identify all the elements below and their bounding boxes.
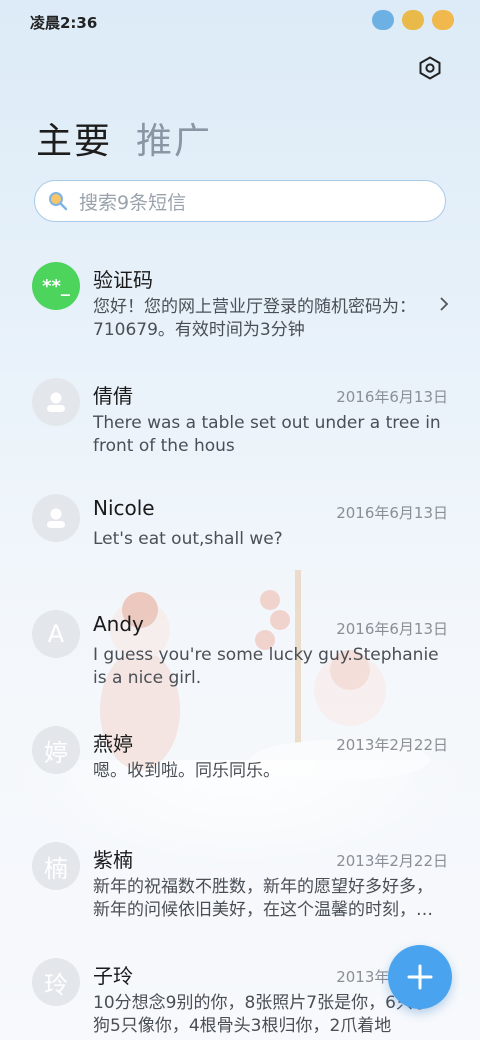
avatar: 婷 <box>32 726 80 774</box>
contact-name: 子玲 <box>93 964 133 988</box>
tab-promotions[interactable]: 推广 <box>136 112 212 164</box>
search-placeholder: 搜索9条短信 <box>79 191 187 214</box>
message-item[interactable]: 楠 紫楠 2013年2月22日 新年的祝福数不胜数，新年的愿望好多好多，新年的问… <box>0 830 480 946</box>
message-preview: There was a table set out under a tree i… <box>93 413 441 456</box>
compose-button[interactable] <box>388 945 452 1009</box>
message-preview: I guess you're some lucky guy.Stephanie … <box>93 645 439 688</box>
contact-name: 紫楠 <box>93 848 133 872</box>
fish-icon <box>372 10 394 30</box>
status-bar: 凌晨2:36 <box>0 0 480 42</box>
message-item[interactable]: 婷 燕婷 2013年2月22日 嗯。收到啦。同乐同乐。 <box>0 714 480 830</box>
wifi-acorn-icon <box>402 10 424 30</box>
battery-fish-icon <box>432 10 454 30</box>
status-time: 凌晨2:36 <box>30 14 98 32</box>
contact-name: Andy <box>93 612 144 636</box>
message-list: **_ 验证码 您好！您的网上营业厅登录的随机密码为：710679。有效时间为3… <box>0 250 480 1040</box>
tab-bar: 主要 推广 <box>36 112 212 164</box>
message-date: 2013年2月22日 <box>336 852 448 870</box>
avatar: **_ <box>32 262 80 310</box>
message-item[interactable]: Nicole 2016年6月13日 Let's eat out,shall we… <box>0 482 480 598</box>
avatar <box>32 494 80 542</box>
person-icon <box>47 392 65 412</box>
message-date: 2016年6月13日 <box>336 504 448 522</box>
contact-name: Nicole <box>93 496 155 520</box>
plus-icon <box>407 964 433 990</box>
contact-name: 倩倩 <box>93 384 133 408</box>
message-item[interactable]: **_ 验证码 您好！您的网上营业厅登录的随机密码为：710679。有效时间为3… <box>0 250 480 366</box>
chevron-right-icon[interactable] <box>438 296 450 312</box>
status-icons <box>372 10 454 30</box>
person-icon <box>47 508 65 528</box>
message-preview: 嗯。收到啦。同乐同乐。 <box>93 761 280 781</box>
message-item[interactable]: 倩倩 2016年6月13日 There was a table set out … <box>0 366 480 482</box>
settings-icon[interactable] <box>418 56 442 80</box>
search-bar[interactable]: 搜索9条短信 <box>34 180 446 222</box>
message-date: 2016年6月13日 <box>336 388 448 406</box>
search-icon <box>49 192 68 211</box>
message-preview: 新年的祝福数不胜数，新年的愿望好多好多，新年的问候依旧美好，在这个温馨的时刻，… <box>93 877 433 920</box>
contact-name: 验证码 <box>93 268 153 292</box>
message-date: 2013年2月22日 <box>336 736 448 754</box>
tab-main[interactable]: 主要 <box>36 112 112 164</box>
message-preview: Let's eat out,shall we? <box>93 529 283 549</box>
message-preview: 10分想念9别的你，8张照片7张是你，6只小狗5只像你，4根骨头3根归你，2爪着… <box>93 993 430 1036</box>
avatar: 楠 <box>32 842 80 890</box>
avatar: 玲 <box>32 958 80 1006</box>
message-item[interactable]: A Andy 2016年6月13日 I guess you're some lu… <box>0 598 480 714</box>
avatar <box>32 378 80 426</box>
contact-name: 燕婷 <box>93 732 133 756</box>
message-preview: 您好！您的网上营业厅登录的随机密码为：710679。有效时间为3分钟 <box>93 297 416 340</box>
message-date: 2016年6月13日 <box>336 620 448 638</box>
avatar: A <box>32 610 80 658</box>
